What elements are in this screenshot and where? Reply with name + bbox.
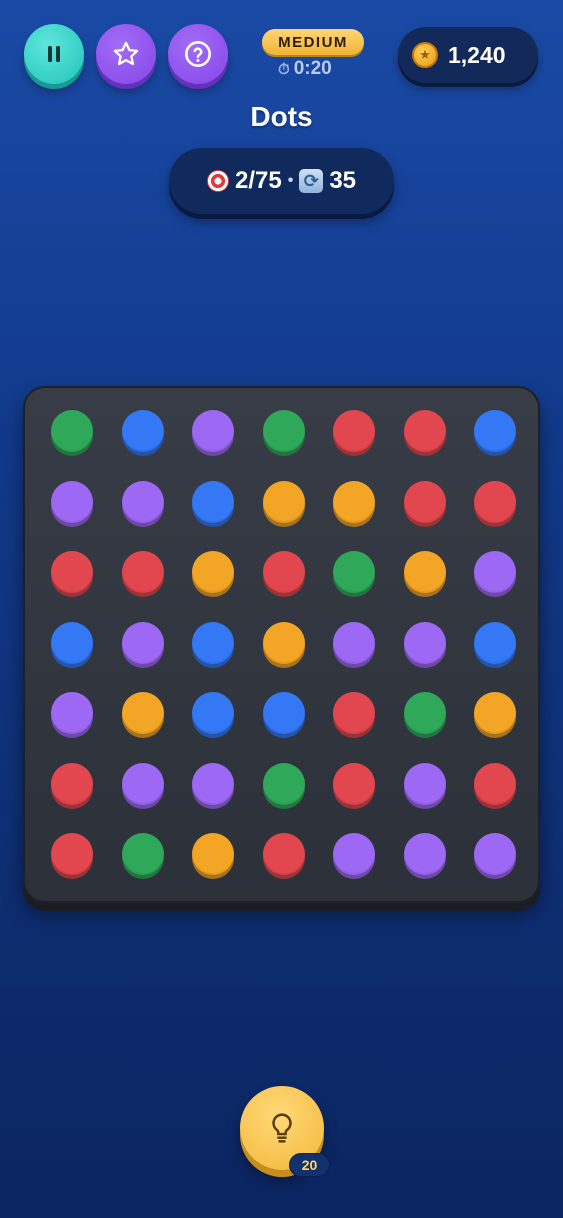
dot-orange[interactable]: [474, 692, 516, 734]
dot-purple[interactable]: [474, 833, 516, 875]
dot-blue[interactable]: [192, 692, 234, 734]
dot-purple[interactable]: [192, 410, 234, 452]
coin-value: 1,240: [448, 41, 506, 68]
dot-red[interactable]: [51, 762, 93, 805]
dot-purple[interactable]: [121, 621, 164, 664]
dot-purple[interactable]: [403, 762, 446, 805]
dot-purple[interactable]: [51, 480, 93, 523]
dot-blue[interactable]: [192, 621, 234, 664]
dot-orange[interactable]: [262, 480, 305, 523]
dot-green[interactable]: [403, 692, 446, 734]
dot-purple[interactable]: [403, 833, 446, 875]
dot-green[interactable]: [262, 410, 305, 452]
dot-purple[interactable]: [333, 621, 375, 664]
pause-icon: [48, 46, 60, 62]
dot-blue[interactable]: [192, 480, 234, 523]
dot-purple[interactable]: [403, 621, 446, 664]
help-button[interactable]: [168, 24, 228, 84]
dot-orange[interactable]: [333, 480, 375, 523]
dot-red[interactable]: [403, 410, 446, 452]
dot-red[interactable]: [121, 551, 164, 593]
dot-red[interactable]: [51, 551, 93, 593]
dot-purple[interactable]: [333, 833, 375, 875]
star-icon: [113, 41, 139, 66]
dot-purple[interactable]: [121, 480, 164, 523]
dot-purple[interactable]: [51, 692, 93, 734]
favorite-button[interactable]: [96, 24, 156, 84]
target-icon: [206, 170, 229, 192]
dot-red[interactable]: [403, 480, 446, 523]
dot-green[interactable]: [121, 833, 164, 875]
separator: •: [287, 172, 294, 189]
dot-orange[interactable]: [121, 692, 164, 734]
dot-red[interactable]: [51, 833, 93, 875]
dot-red[interactable]: [333, 410, 375, 452]
coin-icon: ★: [412, 42, 438, 68]
dot-blue[interactable]: [262, 692, 305, 734]
dot-red[interactable]: [474, 762, 516, 805]
stats-pill: 2/75 • ⟳ 35: [169, 148, 394, 214]
dot-red[interactable]: [262, 551, 305, 593]
dot-purple[interactable]: [121, 762, 164, 805]
help-icon: [185, 41, 211, 67]
timer: ⏱ 0:20: [278, 58, 332, 80]
dot-purple[interactable]: [192, 762, 234, 805]
dot-orange[interactable]: [192, 833, 234, 875]
game-board: [23, 386, 540, 903]
game-title: Dots: [250, 101, 313, 132]
moves-value: 35: [329, 167, 357, 194]
moves-icon: ⟳: [299, 169, 324, 193]
dot-orange[interactable]: [262, 621, 305, 664]
hint-count-badge: 20: [289, 1153, 330, 1177]
coin-counter[interactable]: ★ 1,240: [398, 27, 538, 83]
dot-purple[interactable]: [474, 551, 516, 593]
dot-red[interactable]: [333, 692, 375, 734]
pause-button[interactable]: [24, 24, 84, 84]
dot-orange[interactable]: [403, 551, 446, 593]
stopwatch-icon: ⏱: [278, 60, 290, 78]
dot-red[interactable]: [474, 480, 516, 523]
dot-orange[interactable]: [192, 551, 234, 593]
dot-blue[interactable]: [121, 410, 164, 452]
dot-green[interactable]: [262, 762, 305, 805]
progress-value: 2/75: [234, 167, 282, 194]
dot-red[interactable]: [262, 833, 305, 875]
dot-green[interactable]: [333, 551, 375, 593]
lightbulb-icon: [272, 1113, 292, 1143]
dot-blue[interactable]: [51, 621, 93, 664]
dot-green[interactable]: [51, 410, 93, 452]
dot-blue[interactable]: [474, 621, 516, 664]
dot-blue[interactable]: [474, 410, 516, 452]
difficulty-badge: MEDIUM: [262, 29, 364, 55]
timer-value: 0:20: [293, 58, 332, 79]
dot-red[interactable]: [333, 762, 375, 805]
